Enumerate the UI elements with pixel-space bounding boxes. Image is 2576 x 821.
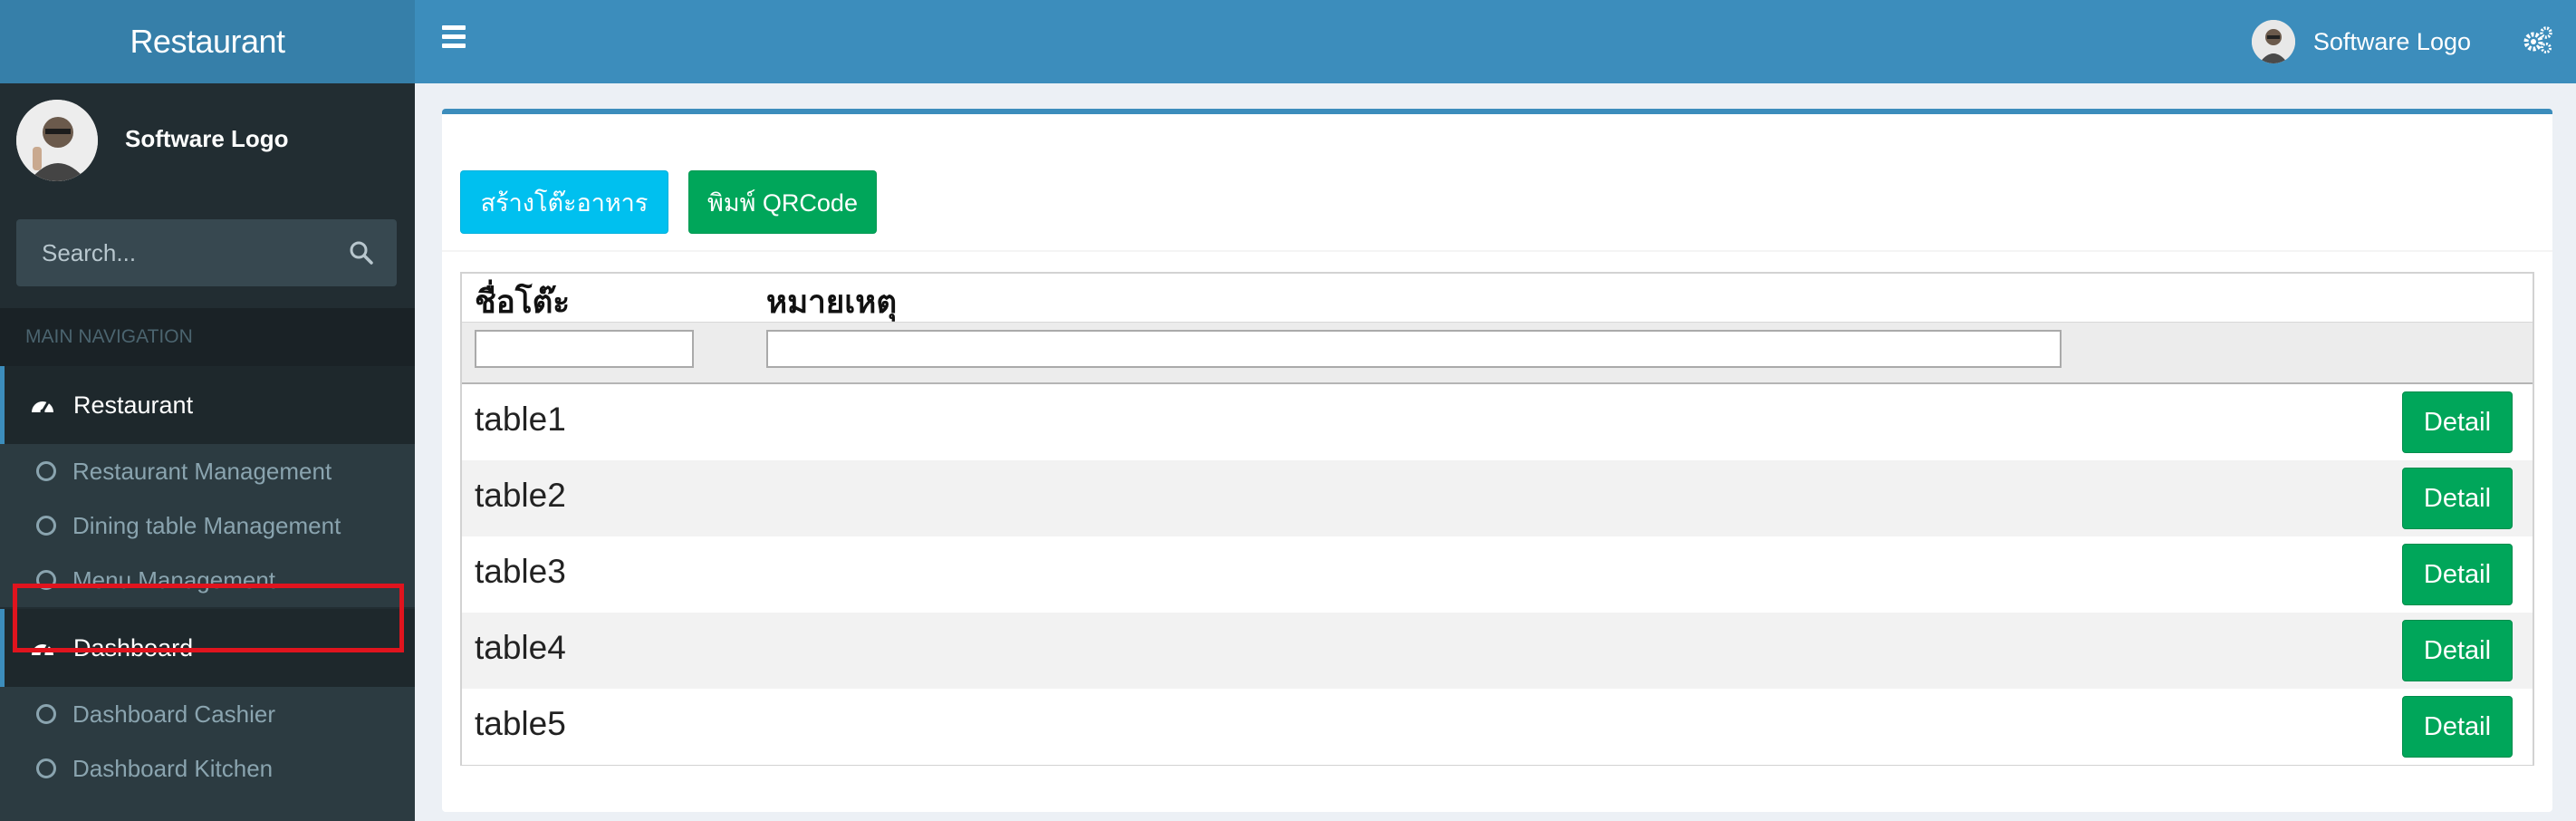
search-icon[interactable] xyxy=(348,239,375,266)
detail-button[interactable]: Detail xyxy=(2402,544,2513,605)
sidebar-search xyxy=(16,219,397,286)
box-header: สร้างโต๊ะอาหาร พิมพ์ QRCode xyxy=(442,114,2552,252)
sidebar-item-menu-management[interactable]: Menu Management xyxy=(0,553,415,607)
table-row[interactable]: table4 Detail xyxy=(462,613,2533,689)
table-name-cell: table5 xyxy=(475,705,566,742)
sidebar-item-dining-table-management[interactable]: Dining table Management xyxy=(0,498,415,553)
grid-filter-row xyxy=(462,323,2533,384)
avatar xyxy=(16,100,98,181)
sidebar-item-restaurant-management[interactable]: Restaurant Management xyxy=(0,444,415,498)
detail-button[interactable]: Detail xyxy=(2402,468,2513,529)
filter-name-input[interactable] xyxy=(475,330,694,368)
sidebar-item-dashboard[interactable]: Dashboard xyxy=(0,609,415,687)
grid-header: ชื่อโต๊ะ หมายเหตุ xyxy=(462,274,2533,323)
sidebar-item-label: Dashboard xyxy=(73,633,194,662)
circle-icon xyxy=(36,758,56,778)
top-navbar: Software Logo xyxy=(415,0,2576,83)
circle-icon xyxy=(36,704,56,724)
avatar xyxy=(2251,20,2295,63)
content-box: สร้างโต๊ะอาหาร พิมพ์ QRCode ชื่อโต๊ะ หมา… xyxy=(442,109,2552,812)
sidebar: Software Logo MAIN NAVIGATION Restaurant… xyxy=(0,83,415,821)
sidebar-item-dashboard-kitchen[interactable]: Dashboard Kitchen xyxy=(0,741,415,796)
sidebar-item-dashboard-cashier[interactable]: Dashboard Cashier xyxy=(0,687,415,741)
user-panel: Software Logo xyxy=(16,100,397,183)
sidebar-item-label: Restaurant xyxy=(73,391,194,419)
tables-grid: ชื่อโต๊ะ หมายเหตุ table1 Detail table2 D… xyxy=(460,272,2534,766)
table-row[interactable]: table1 Detail xyxy=(462,384,2533,460)
print-qrcode-button[interactable]: พิมพ์ QRCode xyxy=(688,170,877,234)
dashboard-submenu: Dashboard Cashier Dashboard Kitchen xyxy=(0,687,415,821)
dashboard-icon xyxy=(32,401,53,414)
sidebar-user-name: Software Logo xyxy=(125,125,289,152)
table-row[interactable]: table2 Detail xyxy=(462,460,2533,536)
circle-icon xyxy=(36,461,56,481)
main-navigation-header: MAIN NAVIGATION xyxy=(0,308,415,366)
navbar-user-name: Software Logo xyxy=(2312,27,2471,55)
sidebar-item-label: Restaurant Management xyxy=(72,457,332,485)
sidebar-item-label: Dining table Management xyxy=(72,511,341,539)
restaurant-submenu: Restaurant Management Dining table Manag… xyxy=(0,444,415,607)
column-header-name[interactable]: ชื่อโต๊ะ xyxy=(475,277,570,327)
detail-button[interactable]: Detail xyxy=(2402,620,2513,681)
table-name-cell: table4 xyxy=(475,629,566,666)
column-header-note[interactable]: หมายเหตุ xyxy=(766,277,897,327)
sidebar-item-label: Dashboard Cashier xyxy=(72,700,276,728)
app-title: Restaurant xyxy=(130,23,285,60)
navbar-user-menu[interactable]: Software Logo xyxy=(2251,16,2471,67)
circle-icon xyxy=(36,570,56,590)
detail-button[interactable]: Detail xyxy=(2402,696,2513,758)
create-table-button[interactable]: สร้างโต๊ะอาหาร xyxy=(460,170,668,234)
grid-body: table1 Detail table2 Detail table3 Detai… xyxy=(462,384,2533,766)
sidebar-item-label: Menu Management xyxy=(72,565,276,594)
table-row[interactable]: table5 Detail xyxy=(462,689,2533,765)
app-logo[interactable]: Restaurant xyxy=(0,0,415,83)
filter-note-input[interactable] xyxy=(766,330,2062,368)
circle-icon xyxy=(36,516,56,536)
table-name-cell: table3 xyxy=(475,553,566,590)
table-row[interactable]: table3 Detail xyxy=(462,536,2533,613)
table-name-cell: table2 xyxy=(475,477,566,514)
search-input[interactable] xyxy=(16,219,342,286)
sidebar-toggle-icon[interactable] xyxy=(442,25,466,53)
table-name-cell: table1 xyxy=(475,401,566,438)
detail-button[interactable]: Detail xyxy=(2402,391,2513,453)
sidebar-item-label: Dashboard Kitchen xyxy=(72,754,274,782)
sidebar-item-restaurant[interactable]: Restaurant xyxy=(0,366,415,444)
gears-icon[interactable] xyxy=(2522,24,2554,56)
dashboard-icon xyxy=(32,644,53,657)
